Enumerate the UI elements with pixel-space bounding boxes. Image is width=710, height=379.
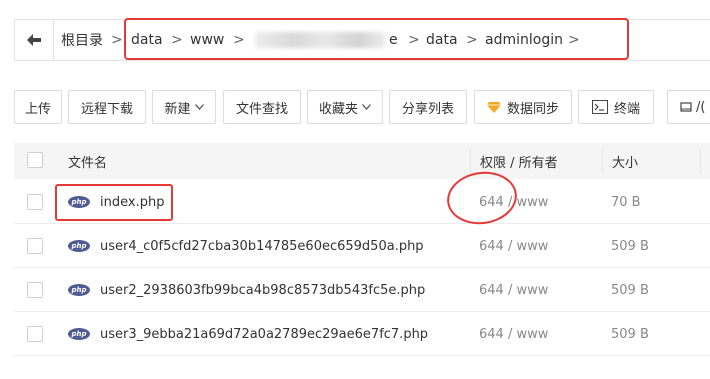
select-all-checkbox[interactable]: [27, 152, 43, 168]
owner-value: www: [516, 326, 549, 342]
breadcrumb-www[interactable]: www: [190, 20, 224, 60]
chevron-down-icon: [362, 102, 371, 113]
header-permission[interactable]: 权限 / 所有者: [480, 143, 558, 179]
perm-value: 644: [479, 282, 504, 298]
perm-separator: /: [503, 326, 517, 342]
file-name[interactable]: index.php: [100, 180, 164, 224]
column-divider: [470, 148, 471, 174]
file-search-label: 文件查找: [235, 101, 288, 117]
file-permission: 644 / www: [479, 268, 548, 312]
breadcrumb-separator: >: [568, 32, 580, 48]
file-size: 509 B: [611, 238, 649, 254]
arrow-left-icon: [27, 34, 41, 46]
php-file-icon: php: [68, 328, 90, 340]
row-checkbox[interactable]: [27, 326, 43, 342]
column-divider: [700, 148, 701, 174]
path-bar: 根目录 > data > www > e > data > adminlogin…: [14, 19, 710, 61]
disk-label: /(: [696, 99, 706, 115]
owner-value: www: [516, 282, 549, 298]
table-row[interactable]: php user4_c0f5cfd27cba30b14785e60ec659d5…: [14, 224, 710, 268]
table-row[interactable]: php user2_2938603fb99bca4b98c8573db543fc…: [14, 268, 710, 312]
perm-separator: /: [503, 238, 517, 254]
owner-value: www: [516, 194, 549, 210]
row-checkbox[interactable]: [27, 194, 43, 210]
owner-value: www: [516, 238, 549, 254]
terminal-label: 终端: [613, 101, 640, 117]
php-file-icon: php: [68, 196, 90, 208]
breadcrumb-adminlogin[interactable]: adminlogin: [485, 20, 563, 60]
perm-value: 644: [479, 326, 504, 342]
file-permission: 644 / www: [479, 312, 548, 356]
file-search-button[interactable]: 文件查找: [223, 90, 301, 124]
remote-download-label: 远程下载: [80, 101, 133, 117]
disk-button[interactable]: /(: [667, 90, 710, 124]
new-label: 新建: [164, 101, 191, 117]
table-row[interactable]: php user3_9ebba21a69d72a0a2789ec29ae6e7f…: [14, 312, 710, 356]
perm-value: 644: [479, 238, 504, 254]
perm-value: 644: [479, 194, 504, 210]
breadcrumb-separator: >: [111, 32, 123, 48]
php-file-icon: php: [68, 284, 90, 296]
file-size: 509 B: [611, 326, 649, 342]
file-name[interactable]: user4_c0f5cfd27cba30b14785e60ec659d50a.p…: [100, 224, 424, 268]
breadcrumb-root[interactable]: 根目录: [61, 20, 103, 60]
row-checkbox[interactable]: [27, 282, 43, 298]
favorites-button[interactable]: 收藏夹: [307, 90, 383, 124]
share-list-label: 分享列表: [401, 101, 454, 117]
file-size: 509 B: [611, 282, 649, 298]
breadcrumb-data[interactable]: data: [131, 20, 163, 60]
favorites-label: 收藏夹: [318, 101, 358, 117]
data-sync-label: 数据同步: [506, 101, 559, 117]
breadcrumb-separator: >: [171, 32, 183, 48]
perm-separator: /: [503, 282, 517, 298]
file-permission: 644 / www: [479, 180, 548, 224]
perm-separator: /: [503, 194, 517, 210]
table-header: [14, 143, 710, 179]
upload-label: 上传: [24, 101, 51, 117]
file-manager: 根目录 > data > www > e > data > adminlogin…: [0, 0, 710, 379]
terminal-button[interactable]: 终端: [578, 90, 654, 124]
back-button[interactable]: [15, 20, 54, 60]
redacted-path-segment: [255, 32, 385, 48]
breadcrumb-separator: >: [408, 32, 420, 48]
terminal-icon: [591, 100, 608, 114]
data-sync-button[interactable]: 数据同步: [474, 90, 572, 124]
chevron-down-icon: [194, 102, 204, 113]
file-size: 70 B: [611, 194, 641, 210]
php-file-icon: php: [68, 240, 90, 252]
remote-download-button[interactable]: 远程下载: [68, 90, 146, 124]
disk-icon: [680, 101, 692, 113]
diamond-icon: [486, 101, 501, 113]
file-name[interactable]: user3_9ebba21a69d72a0a2789ec29ae6e7fc7.p…: [100, 312, 428, 356]
file-permission: 644 / www: [479, 224, 548, 268]
breadcrumb-separator: >: [466, 32, 478, 48]
column-divider: [602, 148, 603, 174]
share-list-button[interactable]: 分享列表: [389, 90, 467, 124]
breadcrumb-separator: >: [233, 32, 245, 48]
header-size[interactable]: 大小: [612, 143, 638, 179]
upload-button[interactable]: 上传: [14, 90, 62, 124]
file-name[interactable]: user2_2938603fb99bca4b98c8573db543fc5e.p…: [100, 268, 425, 312]
row-checkbox[interactable]: [27, 238, 43, 254]
table-row[interactable]: php index.php 644 / www 70 B: [14, 180, 710, 224]
new-button[interactable]: 新建: [152, 90, 216, 124]
header-filename[interactable]: 文件名: [68, 143, 107, 179]
breadcrumb-data-2[interactable]: data: [426, 20, 458, 60]
breadcrumb-partial[interactable]: e: [389, 20, 398, 60]
